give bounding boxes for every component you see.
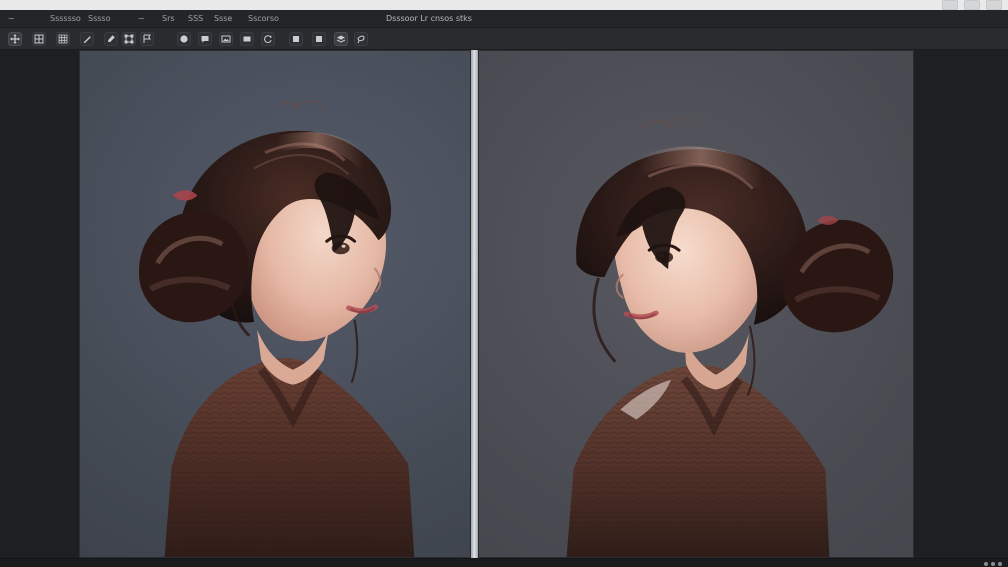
move-tool[interactable]	[8, 32, 22, 46]
speech-icon	[201, 36, 209, 43]
shape-icon	[293, 36, 299, 42]
grid-icon	[58, 34, 68, 44]
menu-item-2[interactable]: Sssso	[88, 10, 110, 28]
photo-editor-window: ~ Sssssso Sssso ~ Srs SSS Ssse Sscorso D…	[0, 0, 1008, 567]
status-dot	[984, 561, 988, 566]
canvas-left[interactable]	[79, 50, 471, 558]
lasso-icon	[357, 35, 365, 44]
titlebar	[0, 0, 1008, 10]
portrait-left	[80, 51, 470, 557]
window-controls	[942, 0, 1002, 10]
portrait-left-art	[80, 51, 470, 557]
toolbar	[0, 28, 1008, 50]
speech-tool[interactable]	[198, 32, 212, 46]
image-icon	[243, 36, 251, 42]
image-icon	[221, 35, 231, 43]
rotate-tool[interactable]	[261, 32, 275, 46]
menu-item-6[interactable]: Ssse	[214, 10, 232, 28]
left-gutter	[0, 50, 79, 558]
maximize-button[interactable]	[964, 0, 980, 10]
status-dot	[998, 561, 1002, 566]
menu-item-7[interactable]: Sscorso	[248, 10, 279, 28]
grid-tool[interactable]	[32, 32, 46, 46]
workspace	[0, 50, 1008, 558]
menu-item-0[interactable]: ~	[8, 10, 15, 28]
lasso-tool[interactable]	[354, 32, 368, 46]
shape-tool-2[interactable]	[312, 32, 326, 46]
menu-item-3[interactable]: ~	[138, 10, 145, 28]
brush-icon	[107, 35, 115, 43]
pen-tool[interactable]	[80, 32, 94, 46]
pen-icon	[84, 36, 91, 43]
status-dot	[991, 561, 995, 566]
status-indicators	[984, 560, 1002, 567]
right-gutter	[914, 50, 1008, 558]
grid-tool-2[interactable]	[56, 32, 70, 46]
image-tool-2[interactable]	[240, 32, 254, 46]
layers-icon	[336, 35, 346, 43]
transform-tool[interactable]	[122, 32, 136, 46]
circle-tool[interactable]	[177, 32, 191, 46]
transform-icon	[124, 34, 134, 44]
layers-tool[interactable]	[334, 32, 348, 46]
flag-tool[interactable]	[140, 32, 154, 46]
portrait-right-art	[566, 116, 894, 557]
move-icon	[10, 34, 20, 44]
portrait-right	[479, 51, 913, 557]
status-bar	[0, 558, 1008, 567]
image-tool[interactable]	[219, 32, 233, 46]
grid-icon	[34, 34, 44, 44]
menu-item-1[interactable]: Sssssso	[50, 10, 81, 28]
menu-bar: ~ Sssssso Sssso ~ Srs SSS Ssse Sscorso D…	[0, 10, 1008, 28]
document-title: Dsssoor Lr cnsos stks	[386, 14, 472, 23]
canvas-right[interactable]	[478, 50, 914, 558]
flag-icon	[143, 34, 151, 43]
minimize-button[interactable]	[942, 0, 958, 10]
split-divider[interactable]	[471, 50, 478, 558]
brush-tool[interactable]	[104, 32, 118, 46]
menu-item-4[interactable]: Srs	[162, 10, 175, 28]
rotate-icon	[264, 35, 272, 43]
shape-icon	[316, 36, 322, 42]
close-button[interactable]	[986, 0, 1002, 10]
shape-tool[interactable]	[289, 32, 303, 46]
circle-icon	[180, 35, 188, 43]
menu-item-5[interactable]: SSS	[188, 10, 203, 28]
